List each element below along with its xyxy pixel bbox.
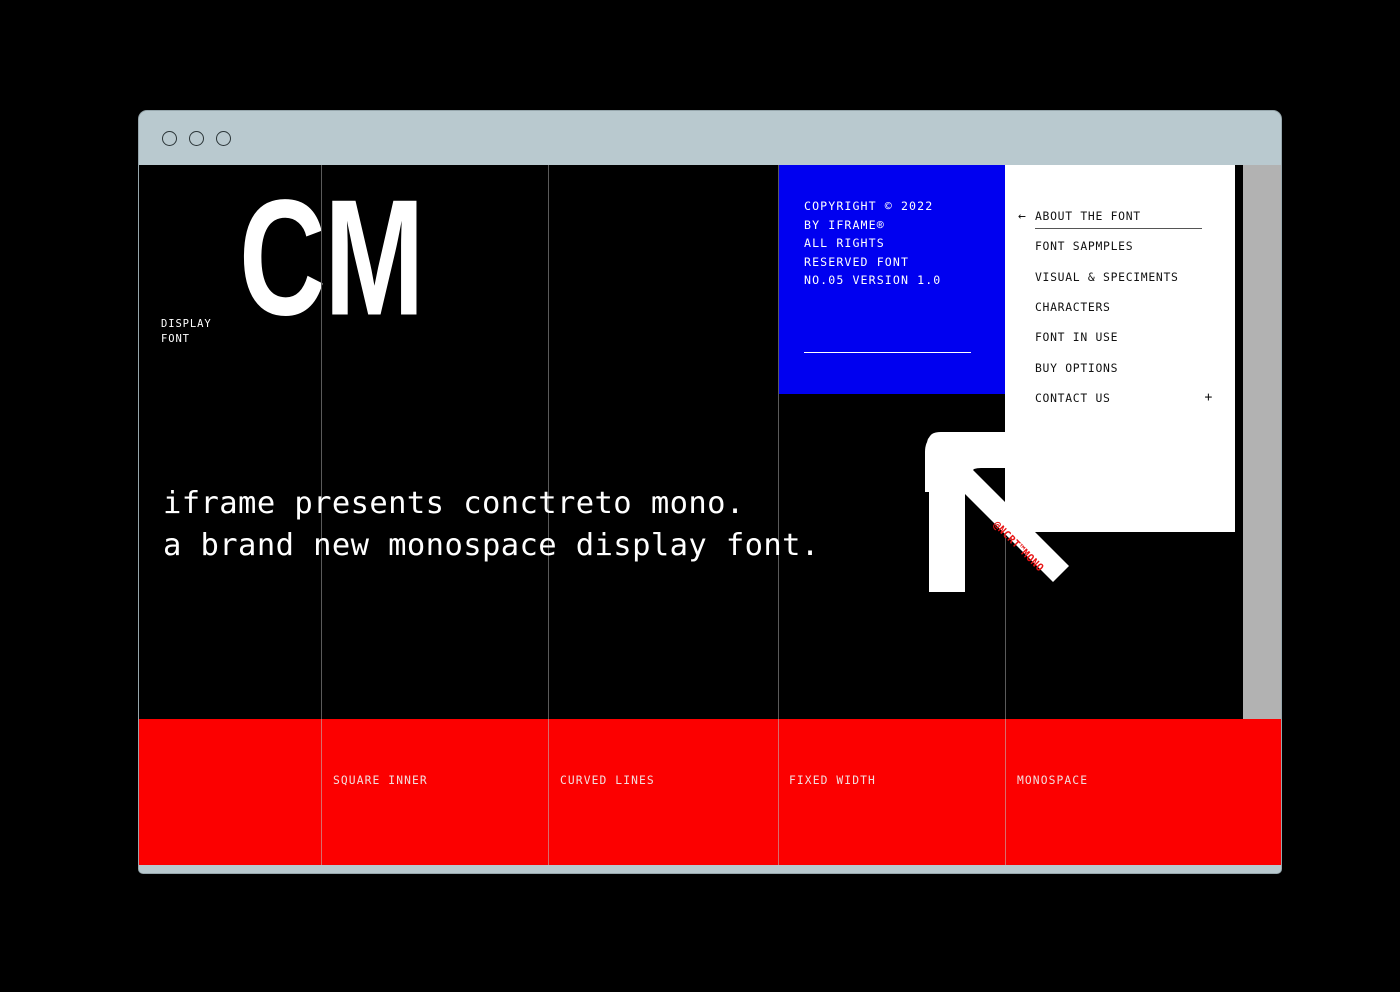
menu-item-label: ABOUT THE FONT xyxy=(1035,209,1141,224)
menu-item-label: FONT IN USE xyxy=(1035,330,1119,345)
headline-line-1: iframe presents conctreto mono. xyxy=(163,486,745,521)
feature-divider xyxy=(1005,719,1006,865)
menu-item-buy-options[interactable]: BUY OPTIONS xyxy=(1005,352,1235,382)
feature-label-monospace: MONOSPACE xyxy=(1017,774,1089,787)
copyright-block: COPYRIGHT © 2022 BY IFRAME® ALL RIGHTS R… xyxy=(778,165,1005,394)
display-font-label: DISPLAY FONT xyxy=(161,318,212,345)
menu-item-visual-and-speciments[interactable]: VISUAL & SPECIMENTS xyxy=(1005,262,1235,292)
arrow-left-icon[interactable]: ← xyxy=(1018,210,1027,223)
browser-window: DISPLAY FONT CM COPYRIGHT © 2022 BY IFRA… xyxy=(139,111,1281,873)
feature-divider xyxy=(321,719,322,865)
minimize-icon[interactable] xyxy=(189,130,204,146)
feature-divider xyxy=(548,719,549,865)
menu-item-characters[interactable]: CHARACTERS xyxy=(1005,292,1235,322)
page-viewport: DISPLAY FONT CM COPYRIGHT © 2022 BY IFRA… xyxy=(139,165,1281,865)
headline: iframe presents conctreto mono. a brand … xyxy=(163,483,820,567)
menu-active-underline xyxy=(1035,228,1202,230)
window-bottom-edge xyxy=(139,865,1281,873)
menu-item-label: VISUAL & SPECIMENTS xyxy=(1035,269,1179,284)
feature-divider xyxy=(778,719,779,865)
menu-item-contact-us[interactable]: CONTACT US + xyxy=(1005,383,1235,413)
menu-item-font-sapmples[interactable]: FONT SAPMPLES xyxy=(1005,231,1235,261)
maximize-icon[interactable] xyxy=(216,130,231,146)
headline-line-2: a brand new monospace display font. xyxy=(163,528,820,563)
menu-item-label: CHARACTERS xyxy=(1035,300,1111,315)
copyright-divider xyxy=(804,351,971,353)
copyright-text: COPYRIGHT © 2022 BY IFRAME® ALL RIGHTS R… xyxy=(804,199,942,287)
cm-wordmark: CM xyxy=(239,165,425,350)
close-icon[interactable] xyxy=(162,130,177,146)
menu-item-label: CONTACT US xyxy=(1035,390,1111,405)
feature-label-curved-lines: CURVED LINES xyxy=(560,774,655,787)
menu-item-font-in-use[interactable]: FONT IN USE xyxy=(1005,322,1235,352)
navigation-menu: ← ABOUT THE FONT FONT SAPMPLES VISUAL & … xyxy=(1005,165,1235,532)
menu-item-label: BUY OPTIONS xyxy=(1035,360,1119,375)
menu-item-label: FONT SAPMPLES xyxy=(1035,239,1134,254)
feature-label-square-inner: SQUARE INNER xyxy=(333,774,428,787)
plus-icon[interactable]: + xyxy=(1204,391,1213,404)
menu-item-about-the-font[interactable]: ← ABOUT THE FONT xyxy=(1005,201,1235,231)
feature-bar: SQUARE INNER CURVED LINES FIXED WIDTH MO… xyxy=(139,719,1281,865)
feature-label-fixed-width: FIXED WIDTH xyxy=(789,774,876,787)
window-titlebar xyxy=(139,111,1281,165)
